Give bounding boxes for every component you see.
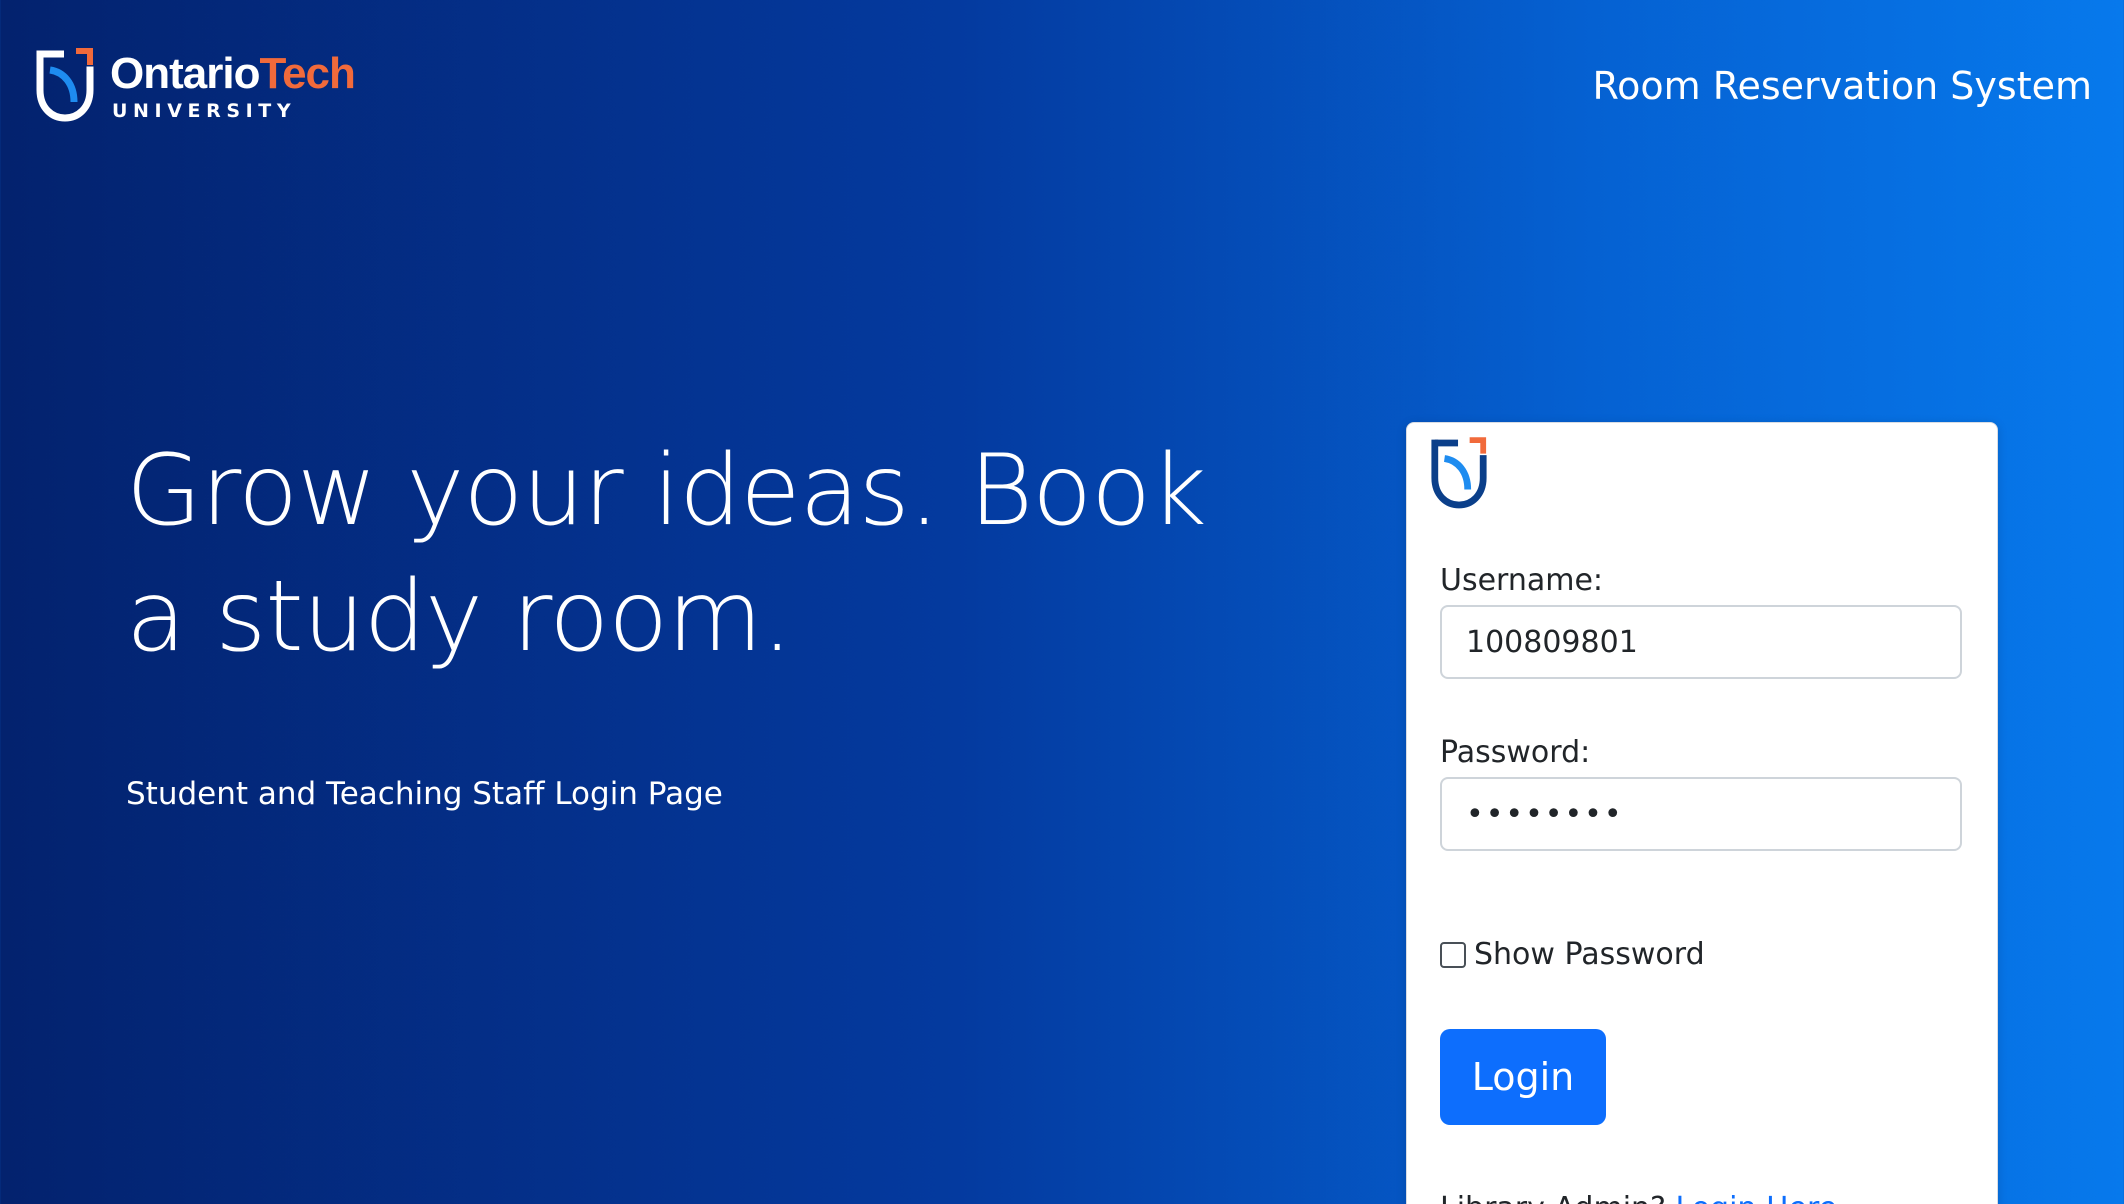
show-password-label[interactable]: Show Password <box>1474 937 1705 972</box>
hero-heading: Grow your ideas. Book a study room. <box>126 434 1207 674</box>
username-label: Username: <box>1440 563 1604 598</box>
hero-subtitle: Student and Teaching Staff Login Page <box>126 776 723 812</box>
brand-logo[interactable]: OntarioTech UNIVERSITY <box>34 48 356 124</box>
card-logo <box>1429 437 1489 515</box>
admin-login-line: Library Admin? Login Here <box>1440 1191 1837 1204</box>
ontario-tech-shield-icon <box>36 48 94 122</box>
username-input[interactable] <box>1440 605 1962 679</box>
brand-name: OntarioTech <box>110 49 356 98</box>
login-card: Username: Password: Show Password Login … <box>1406 422 1998 1204</box>
brand-wordmark: OntarioTech UNIVERSITY <box>110 49 356 122</box>
password-input[interactable] <box>1440 777 1962 851</box>
password-label: Password: <box>1440 735 1591 770</box>
login-button[interactable]: Login <box>1440 1029 1606 1125</box>
system-title: Room Reservation System <box>1592 64 2092 108</box>
show-password-checkbox[interactable] <box>1440 941 1466 968</box>
ontario-tech-shield-icon <box>1431 437 1487 509</box>
brand-sub: UNIVERSITY <box>112 100 297 122</box>
show-password-toggle[interactable]: Show Password <box>1440 937 1705 972</box>
admin-prompt: Library Admin? <box>1440 1191 1666 1204</box>
admin-login-link[interactable]: Login Here <box>1676 1191 1838 1204</box>
